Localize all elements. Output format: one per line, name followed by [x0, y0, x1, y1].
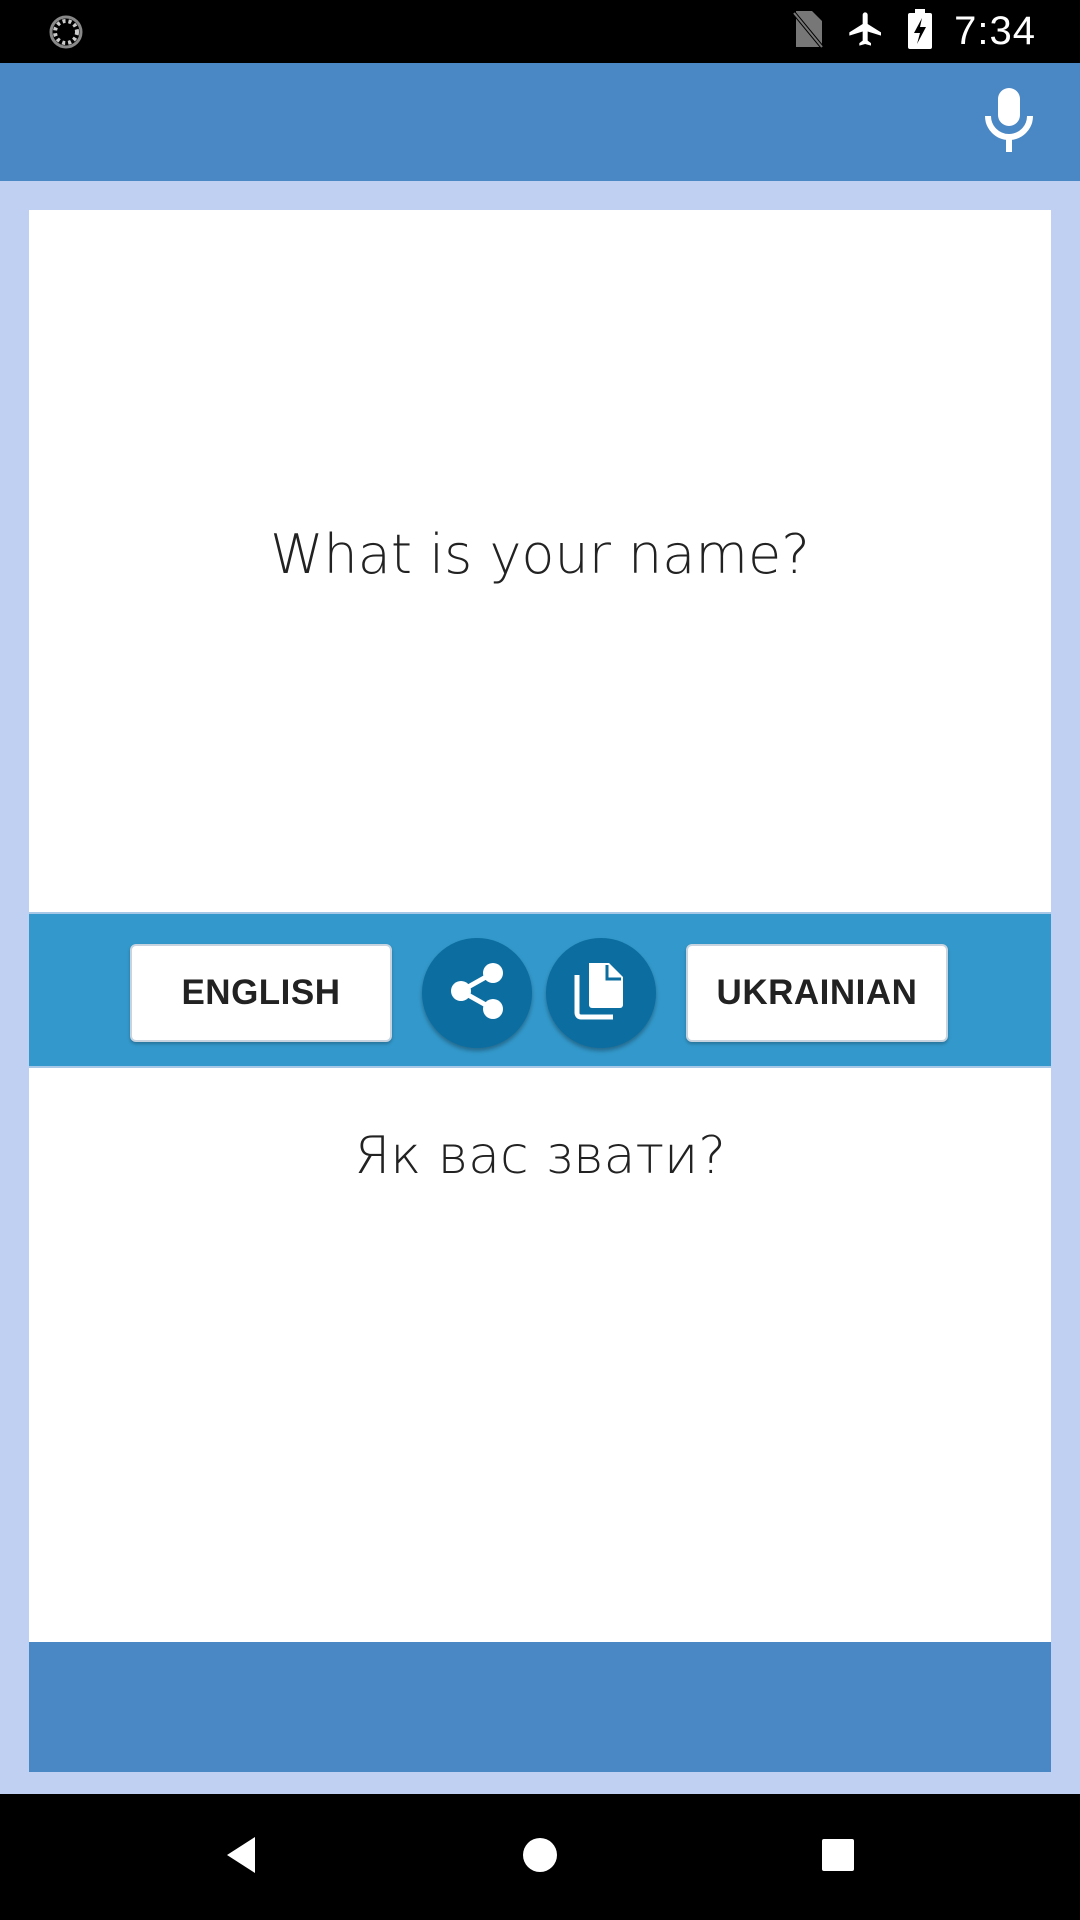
ad-banner[interactable] [29, 1642, 1051, 1772]
home-icon [521, 1836, 559, 1879]
app-bar [0, 63, 1080, 181]
home-button[interactable] [505, 1822, 575, 1892]
copy-button[interactable] [546, 938, 656, 1048]
airplane-mode-icon [846, 9, 886, 54]
microphone-button[interactable] [974, 85, 1044, 161]
status-time: 7:34 [954, 9, 1036, 53]
back-button[interactable] [206, 1822, 276, 1892]
status-bar: 7:34 [0, 0, 1080, 63]
language-toolbar: ENGLISH UKRAINIAN [29, 912, 1051, 1068]
status-icons: 7:34 [792, 0, 1080, 63]
source-text: What is your name? [270, 522, 810, 586]
recents-button[interactable] [803, 1822, 873, 1892]
copy-icon [573, 961, 629, 1026]
share-button[interactable] [422, 938, 532, 1048]
microphone-icon [983, 87, 1035, 159]
loading-icon [48, 14, 84, 50]
share-icon [445, 959, 509, 1028]
no-sim-icon [792, 9, 824, 54]
target-language-button[interactable]: UKRAINIAN [686, 944, 948, 1042]
source-language-button[interactable]: ENGLISH [130, 944, 392, 1042]
recents-icon [821, 1838, 855, 1877]
back-icon [223, 1835, 259, 1880]
navigation-bar [0, 1794, 1080, 1920]
translated-text: Як вас звати? [354, 1126, 726, 1186]
target-text-panel[interactable]: Як вас звати? [29, 1068, 1051, 1642]
source-text-panel[interactable]: What is your name? [29, 210, 1051, 912]
battery-charging-icon [908, 9, 933, 54]
